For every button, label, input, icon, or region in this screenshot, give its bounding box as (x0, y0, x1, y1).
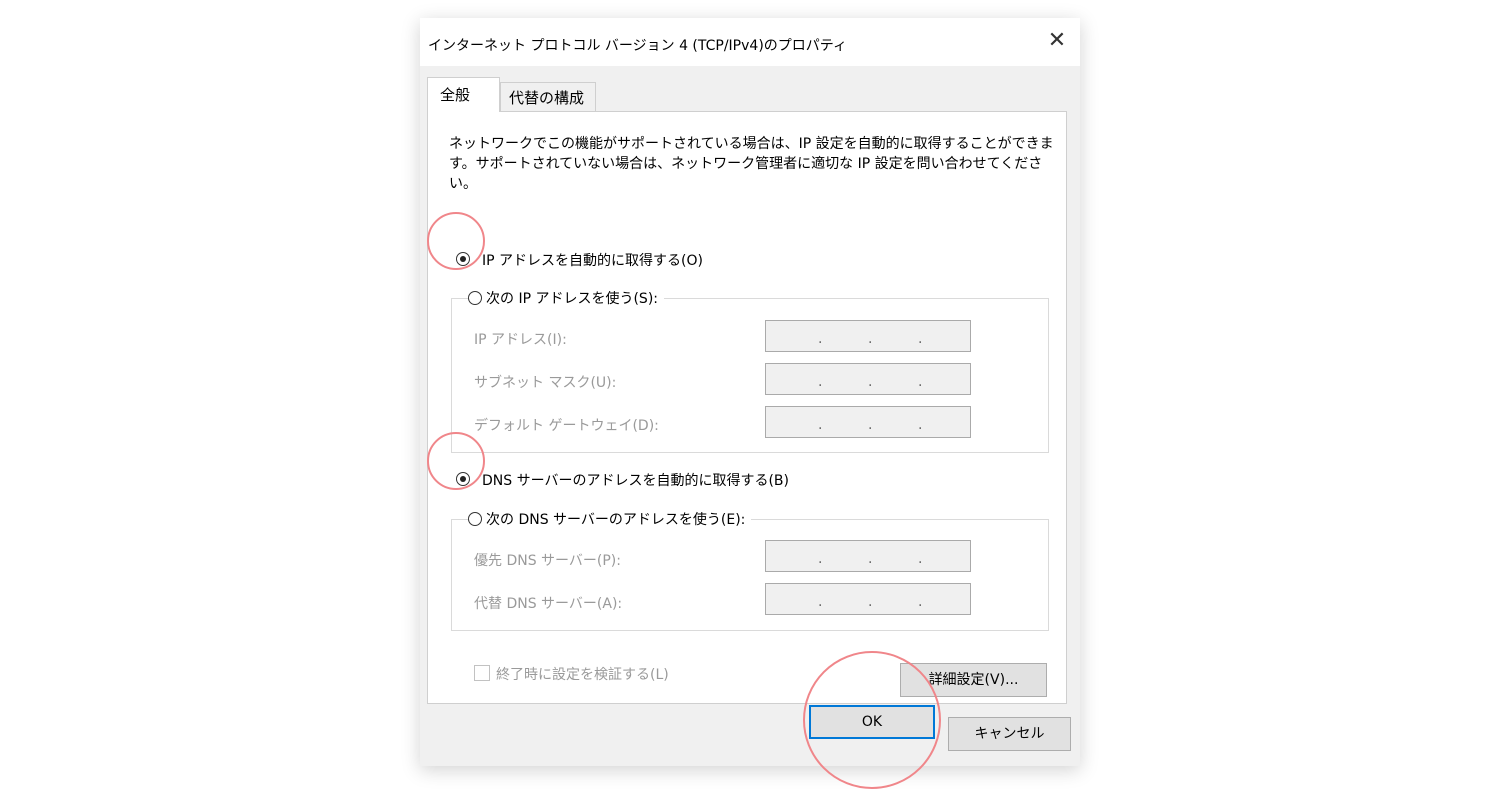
cancel-button[interactable]: キャンセル (948, 717, 1071, 751)
default-gateway-input[interactable]: ... (765, 406, 971, 438)
dns-manual-group-label: 次の DNS サーバーのアドレスを使う(E): (468, 509, 752, 529)
advanced-button[interactable]: 詳細設定(V)... (900, 663, 1047, 697)
subnet-mask-label: サブネット マスク(U): (474, 375, 617, 391)
ip-manual-group-label: 次の IP アドレスを使う(S): (468, 288, 664, 308)
dns-manual-radio[interactable] (468, 512, 482, 526)
ip-manual-group: 次の IP アドレスを使う(S): IP アドレス(I): ... サブネット … (451, 288, 1049, 453)
ip-manual-label: 次の IP アドレスを使う(S): (486, 291, 658, 307)
preferred-dns-input[interactable]: ... (765, 540, 971, 572)
description-text: ネットワークでこの機能がサポートされている場合は、IP 設定を自動的に取得するこ… (449, 136, 1054, 192)
validate-on-exit-label: 終了時に設定を検証する(L) (496, 667, 669, 683)
subnet-mask-input[interactable]: ... (765, 363, 971, 395)
tab-alternate-configuration[interactable]: 代替の構成 (500, 82, 596, 111)
ip-auto-label: IP アドレスを自動的に取得する(O) (482, 253, 703, 269)
default-gateway-label: デフォルト ゲートウェイ(D): (474, 418, 659, 434)
dns-auto-label: DNS サーバーのアドレスを自動的に取得する(B) (482, 473, 789, 489)
ip-auto-radio[interactable] (456, 252, 470, 266)
ok-button[interactable]: OK (809, 705, 935, 739)
title-bar: インターネット プロトコル バージョン 4 (TCP/IPv4)のプロパティ ✕ (420, 18, 1080, 66)
validate-on-exit-checkbox[interactable] (474, 665, 490, 681)
dns-manual-group: 次の DNS サーバーのアドレスを使う(E): 優先 DNS サーバー(P): … (451, 509, 1049, 631)
dialog-title: インターネット プロトコル バージョン 4 (TCP/IPv4)のプロパティ (428, 38, 847, 54)
ip-manual-radio[interactable] (468, 291, 482, 305)
preferred-dns-label: 優先 DNS サーバー(P): (474, 553, 621, 569)
alternate-dns-label: 代替 DNS サーバー(A): (474, 596, 623, 612)
close-icon[interactable]: ✕ (1044, 28, 1070, 54)
ip-address-input[interactable]: ... (765, 320, 971, 352)
dns-manual-label: 次の DNS サーバーのアドレスを使う(E): (486, 512, 746, 528)
general-tab-panel: ネットワークでこの機能がサポートされている場合は、IP 設定を自動的に取得するこ… (427, 111, 1067, 704)
alternate-dns-input[interactable]: ... (765, 583, 971, 615)
ipv4-properties-dialog: インターネット プロトコル バージョン 4 (TCP/IPv4)のプロパティ ✕… (420, 18, 1080, 766)
tab-general[interactable]: 全般 (427, 77, 500, 112)
dns-auto-radio[interactable] (456, 472, 470, 486)
ip-address-label: IP アドレス(I): (474, 332, 567, 348)
